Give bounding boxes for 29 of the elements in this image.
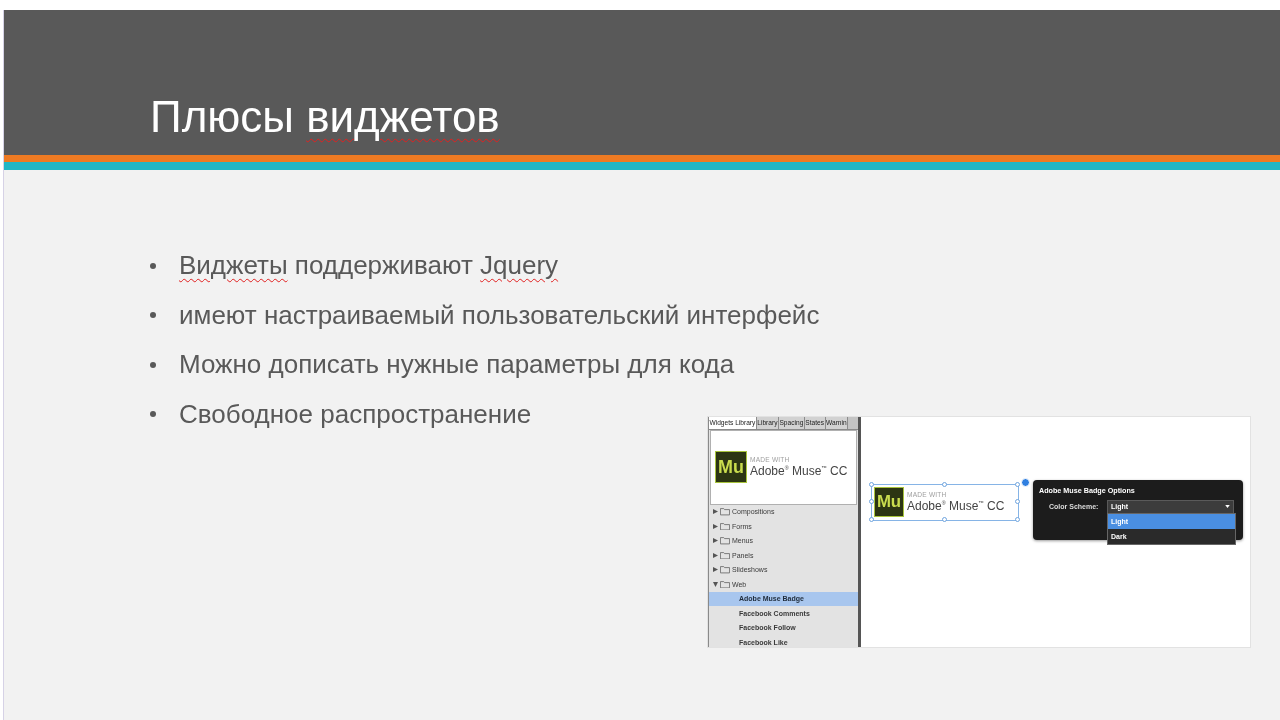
triangle-icon[interactable] — [713, 581, 718, 587]
product-name: Adobe$^{®}$ Muse$^{™}$ CC — [750, 464, 848, 478]
resize-handle-icon[interactable] — [869, 499, 874, 504]
resize-handle-icon[interactable] — [1015, 516, 1020, 522]
triangle-icon[interactable] — [713, 567, 718, 573]
options-dot-icon[interactable] — [1021, 477, 1030, 487]
triangle-icon[interactable] — [713, 523, 718, 529]
triangle-icon[interactable] — [713, 509, 718, 515]
bullet-text: Свободное распространение — [179, 398, 532, 430]
resize-handle-icon[interactable] — [1015, 499, 1020, 504]
logo-tile: Mu — [715, 451, 747, 483]
triangle-icon[interactable] — [713, 538, 718, 544]
resize-handle-icon[interactable] — [1015, 481, 1020, 487]
slide-title: Плюсы виджетов — [150, 95, 500, 139]
caret-icon — [1225, 505, 1230, 508]
bullet-icon — [150, 411, 156, 418]
product-name: Adobe$^{®}$ Muse$^{™}$ CC — [907, 499, 1005, 513]
logo-tile: Mu — [874, 487, 904, 517]
bullet-text: Можно дописать нужные параметры для кода — [179, 349, 735, 381]
bullet-text: имеют настраиваемый пользовательский интерфейс — [179, 299, 820, 331]
triangle-icon[interactable] — [713, 552, 718, 558]
resize-handle-icon[interactable] — [942, 481, 947, 487]
bullet-icon — [150, 262, 156, 269]
bullet-text: Виджеты поддерживают Jquery — [179, 250, 559, 282]
resize-handle-icon[interactable] — [942, 516, 947, 522]
bullet-icon — [150, 361, 156, 368]
resize-handle-icon[interactable] — [869, 516, 874, 522]
resize-handle-icon[interactable] — [869, 481, 874, 487]
bullet-icon — [150, 312, 156, 319]
